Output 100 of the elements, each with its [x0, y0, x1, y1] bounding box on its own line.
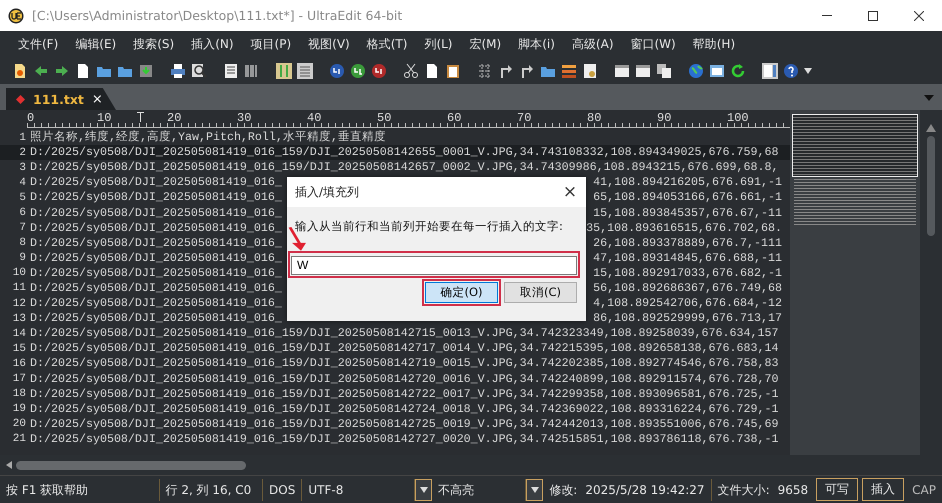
dialog-close-button[interactable]: × — [554, 182, 586, 202]
code-line: D:/2025/sy0508/DJI_202505081419_016_159/DJI_20250508142727_0020_V.JPG,34.742515851,108.893786118,676.738,-1 — [30, 432, 778, 447]
column-marker-icon — [137, 112, 144, 122]
lines-icon[interactable] — [297, 63, 313, 79]
document-icon[interactable] — [12, 63, 28, 79]
writable-button[interactable]: 可写 — [816, 478, 858, 501]
line-number: 19 — [12, 403, 27, 416]
download-icon[interactable] — [138, 63, 154, 79]
maximize-icon — [868, 10, 878, 20]
code-line: D:/2025/sy0508/DJI_202505081419_016_159/DJI_20250508142720_0016_V.JPG,34.742240899,108.892911574,676.728,70 — [30, 372, 778, 387]
cursor-position: 行 2, 列 16, C0 — [160, 478, 264, 500]
scroll-left-icon[interactable] — [6, 461, 12, 469]
ruler-label: 70 — [517, 110, 532, 127]
menu-item[interactable]: 编辑(E) — [69, 36, 122, 53]
ruler-label: 30 — [237, 110, 252, 127]
menu-item[interactable]: 插入(N) — [185, 36, 240, 53]
code-line: D:/2025/sy0508/DJI_202505081419_016_ — [30, 280, 282, 296]
grid-icon[interactable] — [477, 63, 493, 79]
menu-item[interactable]: 视图(V) — [302, 36, 356, 53]
dialog-button[interactable]: 取消(C) — [504, 282, 577, 302]
insert-button[interactable]: 插入 — [862, 478, 904, 501]
menu-item[interactable]: 格式(T) — [360, 36, 414, 53]
panel-icon[interactable] — [635, 63, 651, 79]
scissors-icon[interactable] — [403, 63, 419, 79]
file-size-label: 文件大小: — [716, 482, 771, 498]
menu-item[interactable]: 宏(M) — [464, 36, 508, 53]
file-tab[interactable]: 111.txt × — [6, 88, 116, 110]
line-number: 9 — [18, 252, 27, 264]
line-number: 14 — [12, 328, 27, 340]
menu-item[interactable]: 搜索(S) — [127, 36, 180, 53]
return-arrow-icon[interactable] — [519, 63, 535, 79]
ruler-label: 10 — [97, 110, 112, 127]
code-line: 照片名称,纬度,经度,高度,Yaw,Pitch,Roll,水平精度,垂直精度 — [30, 130, 386, 146]
list-icon[interactable] — [223, 63, 239, 79]
menu-item[interactable]: 列(L) — [418, 36, 458, 53]
code-line: D:/2025/sy0508/DJI_202505081419_016_ — [30, 266, 282, 281]
ruler-label: 80 — [587, 110, 602, 127]
return-arrow-icon[interactable] — [498, 63, 514, 79]
tab-close-button[interactable]: × — [92, 92, 103, 106]
file-size: 9658 — [776, 482, 810, 498]
code-line: 47,108.89314845,676.688,-11 — [593, 250, 782, 266]
code-line: 86,108.892529999,676.713,17 — [593, 311, 782, 326]
stack-icon[interactable] — [561, 63, 577, 79]
highlight-dropdown[interactable] — [526, 478, 544, 500]
code-line: 4,108.892542706,676.684,-12 — [593, 296, 782, 312]
menu-item[interactable]: 项目(P) — [244, 36, 298, 53]
letter-icon[interactable] — [329, 63, 345, 79]
scrollbar-thumb[interactable] — [16, 460, 246, 470]
tab-label: 111.txt — [33, 92, 84, 106]
line-number: 7 — [18, 222, 27, 234]
menu-item[interactable]: 文件(F) — [12, 36, 64, 53]
code-line: 26,108.893378889,676.7,-111 — [593, 236, 782, 251]
line-number: 11 — [12, 282, 27, 294]
menu-item[interactable]: 窗口(W) — [624, 36, 682, 53]
dropdown-caret-icon[interactable] — [924, 95, 934, 101]
minimap-viewport[interactable] — [792, 114, 918, 177]
left-arrow-icon[interactable] — [33, 63, 49, 79]
letter-icon[interactable] — [371, 63, 387, 79]
input-field[interactable]: W — [291, 256, 577, 274]
help-icon[interactable] — [783, 63, 799, 79]
code-line: D:/2025/sy0508/DJI_202505081419_016_159/DJI_20250508142717_0014_V.JPG,34.742215395,108.892658138,676.683,14 — [30, 341, 778, 356]
layout-icon[interactable] — [762, 63, 778, 79]
encoding-dropdown[interactable] — [415, 478, 432, 500]
page-icon[interactable] — [424, 63, 440, 79]
panel-icon[interactable] — [614, 63, 630, 79]
scrollbar-thumb[interactable] — [927, 136, 935, 236]
pages-icon[interactable] — [656, 63, 672, 79]
code-line: D:/2025/sy0508/DJI_202505081419_016_159/DJI_20250508142657_0002_V.JPG,34.74309986,108.8943215,676.699,68.8, — [30, 160, 778, 176]
magnifier-icon[interactable] — [191, 63, 207, 79]
minimap[interactable] — [790, 110, 920, 455]
menu-item[interactable]: 高级(A) — [566, 36, 620, 53]
code-line: D:/2025/sy0508/DJI_202505081419_016_159/DJI_20250508142725_0019_V.JPG,34.742442013,108.893551006,676.745,69 — [30, 416, 778, 432]
app-logo-icon — [8, 8, 24, 24]
code-line: D:/2025/sy0508/DJI_202505081419_016_159/DJI_20250508142715_0013_V.JPG,34.742323349,108.89258039,676.634,157 — [30, 326, 778, 342]
caret-icon — [804, 68, 812, 74]
page-icon[interactable] — [75, 63, 91, 79]
code-line: D:/2025/sy0508/DJI_202505081419_016_ — [30, 220, 282, 236]
menu-item[interactable]: 帮助(H) — [686, 36, 742, 53]
code-line: D:/2025/sy0508/DJI_202505081419_016_ — [30, 296, 282, 312]
globe-icon[interactable] — [688, 63, 704, 79]
code-line: D:/2025/sy0508/DJI_202505081419_016_159/DJI_20250508142722_0017_V.JPG,34.742299358,108.893096581,676.725,-1 — [30, 386, 778, 402]
line-number: 5 — [18, 192, 27, 204]
code-line: D:/2025/sy0508/DJI_202505081419_016_ — [30, 236, 282, 251]
right-arrow-icon[interactable] — [54, 63, 70, 79]
printer-icon[interactable] — [170, 63, 186, 79]
code-line: D:/2025/sy0508/DJI_202505081419_016_159/DJI_20250508142655_0001_V.JPG,34.743108332,108.894349025,676.759,68 — [30, 145, 778, 160]
clipboard-icon[interactable] — [445, 63, 461, 79]
caret-icon — [420, 486, 428, 492]
line-number: 16 — [12, 358, 27, 370]
refresh-icon[interactable] — [730, 63, 746, 79]
scroll-up-icon[interactable] — [926, 124, 936, 132]
code-line: 15,108.893845357,676.67,-11 — [593, 206, 782, 221]
document-icon[interactable] — [582, 63, 598, 79]
ruler-label: 40 — [307, 110, 322, 127]
code-line: D:/2025/sy0508/DJI_202505081419_016_ — [30, 250, 282, 266]
line-number: 18 — [12, 388, 27, 400]
caps-indicator: CAP — [911, 482, 937, 498]
letter-icon[interactable] — [350, 63, 366, 79]
menu-item[interactable]: 脚本(i) — [512, 36, 561, 53]
window-icon[interactable] — [709, 63, 725, 79]
